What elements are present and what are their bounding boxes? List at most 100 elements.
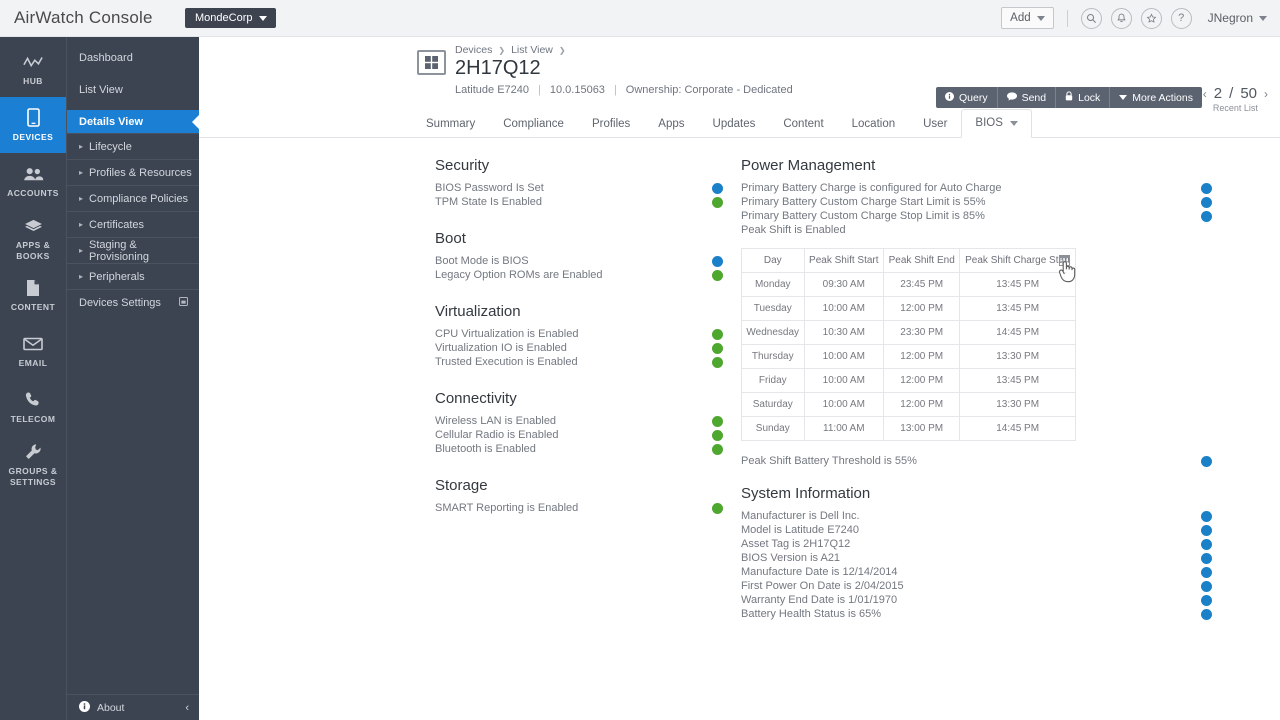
prev-record-button[interactable]: ‹ bbox=[1203, 87, 1207, 101]
table-head: Day Peak Shift Start Peak Shift End Peak… bbox=[741, 248, 1076, 273]
check-icon[interactable] bbox=[709, 356, 723, 368]
info-icon bbox=[79, 700, 90, 715]
section-security: Security BIOS Password Is Set TPM State … bbox=[435, 157, 723, 209]
sidebar-item-compliance-policies[interactable]: ▸ Compliance Policies bbox=[67, 185, 199, 211]
fact-row: SMART Reporting is Enabled bbox=[435, 501, 723, 515]
sidebar-item-details-view[interactable]: Details View bbox=[67, 110, 199, 133]
rail-label: EMAIL bbox=[18, 358, 48, 369]
next-record-button[interactable]: › bbox=[1264, 87, 1268, 101]
check-icon[interactable] bbox=[709, 443, 723, 455]
fact-row: Wireless LAN is Enabled bbox=[435, 414, 723, 428]
tab-bios[interactable]: BIOS bbox=[961, 109, 1032, 138]
tab-updates[interactable]: Updates bbox=[699, 118, 770, 138]
tab-location[interactable]: Location bbox=[838, 118, 909, 138]
fact-row: Manufacture Date is 12/14/2014 bbox=[741, 565, 1212, 579]
query-button[interactable]: Query bbox=[935, 87, 998, 108]
section-boot: Boot Boot Mode is BIOS Legacy Option ROM… bbox=[435, 230, 723, 282]
tab-summary[interactable]: Summary bbox=[412, 118, 489, 138]
info-icon[interactable] bbox=[1198, 510, 1212, 522]
check-icon[interactable] bbox=[709, 429, 723, 441]
device-subtitle: Latitude E7240 | 10.0.15063 | Ownership:… bbox=[455, 84, 793, 96]
info-icon[interactable] bbox=[1198, 182, 1212, 194]
rail-item-accounts[interactable]: ACCOUNTS bbox=[0, 153, 66, 209]
fact-text: SMART Reporting is Enabled bbox=[435, 502, 579, 514]
chevron-left-icon[interactable]: ‹ bbox=[185, 702, 189, 714]
more-actions-button[interactable]: More Actions bbox=[1110, 87, 1202, 108]
fact-row: Bluetooth is Enabled bbox=[435, 442, 723, 456]
bell-icon[interactable] bbox=[1110, 7, 1132, 29]
add-button[interactable]: Add bbox=[1001, 7, 1054, 29]
sidebar-item-peripherals[interactable]: ▸ Peripherals bbox=[67, 263, 199, 289]
section-title: System Information bbox=[741, 485, 871, 502]
check-icon[interactable] bbox=[709, 328, 723, 340]
fact-row: Primary Battery Charge is configured for… bbox=[741, 181, 1212, 195]
lock-label: Lock bbox=[1078, 91, 1101, 104]
body: HUB DEVICES ACCOUNTS APPS & BOOKS CONTEN… bbox=[0, 37, 1280, 720]
check-icon[interactable] bbox=[709, 196, 723, 208]
chevron-right-icon: ▸ bbox=[79, 194, 84, 203]
lock-button[interactable]: Lock bbox=[1056, 87, 1111, 108]
org-group-selector[interactable]: MondeCorp bbox=[185, 8, 277, 28]
sidebar-item-staging-provisioning[interactable]: ▸ Staging & Provisioning bbox=[67, 237, 199, 263]
info-icon[interactable] bbox=[709, 255, 723, 267]
rail-item-content[interactable]: CONTENT bbox=[0, 267, 66, 323]
sidebar-item-lifecycle[interactable]: ▸ Lifecycle bbox=[67, 133, 199, 159]
sidebar-item-profiles-resources[interactable]: ▸ Profiles & Resources bbox=[67, 159, 199, 185]
rail-item-hub[interactable]: HUB bbox=[0, 41, 66, 97]
tab-apps[interactable]: Apps bbox=[644, 118, 698, 138]
info-icon[interactable] bbox=[709, 182, 723, 194]
peak-shift-table: Day Peak Shift Start Peak Shift End Peak… bbox=[741, 248, 1076, 441]
rail-item-email[interactable]: EMAIL bbox=[0, 323, 66, 379]
info-icon[interactable] bbox=[1198, 566, 1212, 578]
info-icon[interactable] bbox=[1198, 196, 1212, 208]
rail-item-devices[interactable]: DEVICES bbox=[0, 97, 66, 153]
sidebar-item-devices-settings[interactable]: Devices Settings bbox=[67, 289, 199, 315]
calendar-icon[interactable] bbox=[1059, 253, 1070, 271]
section-title: Virtualization bbox=[435, 303, 521, 320]
cell-end: 23:30 PM bbox=[883, 320, 961, 345]
fact-list: Wireless LAN is Enabled Cellular Radio i… bbox=[435, 414, 723, 456]
fact-list: Primary Battery Charge is configured for… bbox=[741, 181, 1212, 237]
search-icon[interactable] bbox=[1080, 7, 1102, 29]
chevron-right-icon: ❯ bbox=[558, 45, 566, 55]
info-icon[interactable] bbox=[1198, 455, 1212, 467]
secondary-nav: Dashboard List View Details View ▸ Lifec… bbox=[66, 37, 199, 720]
rail-item-groups-settings[interactable]: GROUPS & SETTINGS bbox=[0, 435, 66, 493]
device-ownership: Ownership: Corporate - Dedicated bbox=[625, 84, 793, 96]
star-icon[interactable] bbox=[1140, 7, 1162, 29]
check-icon[interactable] bbox=[709, 269, 723, 281]
envelope-icon bbox=[23, 334, 43, 353]
info-icon[interactable] bbox=[1198, 538, 1212, 550]
info-icon[interactable] bbox=[1198, 210, 1212, 222]
breadcrumb-item-list-view[interactable]: List View bbox=[511, 44, 553, 56]
about-button[interactable]: About ‹ bbox=[67, 694, 199, 720]
info-icon[interactable] bbox=[1198, 580, 1212, 592]
check-icon[interactable] bbox=[709, 502, 723, 514]
sidebar-item-certificates[interactable]: ▸ Certificates bbox=[67, 211, 199, 237]
table-header-row: Day Peak Shift Start Peak Shift End Peak… bbox=[741, 248, 1076, 273]
info-icon[interactable] bbox=[1198, 552, 1212, 564]
help-icon[interactable]: ? bbox=[1170, 7, 1192, 29]
check-icon[interactable] bbox=[709, 342, 723, 354]
pager-row: ‹ 2 / 50 › bbox=[1203, 85, 1268, 102]
breadcrumb-item-devices[interactable]: Devices bbox=[455, 44, 492, 56]
sidebar-item-dashboard[interactable]: Dashboard bbox=[67, 46, 199, 69]
info-icon[interactable] bbox=[1198, 594, 1212, 606]
fact-text: Asset Tag is 2H17Q12 bbox=[741, 538, 851, 550]
info-icon[interactable] bbox=[1198, 524, 1212, 536]
send-button[interactable]: Send bbox=[997, 87, 1057, 108]
tab-user[interactable]: User bbox=[909, 118, 961, 138]
tab-content[interactable]: Content bbox=[769, 118, 837, 138]
tab-compliance[interactable]: Compliance bbox=[489, 118, 578, 138]
rail-item-apps-books[interactable]: APPS & BOOKS bbox=[0, 209, 66, 267]
fact-text: Primary Battery Charge is configured for… bbox=[741, 182, 1002, 194]
info-icon[interactable] bbox=[1198, 608, 1212, 620]
send-label: Send bbox=[1021, 91, 1047, 104]
rail-item-telecom[interactable]: TELECOM bbox=[0, 379, 66, 435]
section-title: Boot bbox=[435, 230, 466, 247]
check-icon[interactable] bbox=[709, 415, 723, 427]
tab-profiles[interactable]: Profiles bbox=[578, 118, 644, 138]
user-menu[interactable]: JNegron bbox=[1208, 11, 1267, 25]
sidebar-item-list-view[interactable]: List View bbox=[67, 78, 199, 101]
bios-right-column: Power Management Primary Battery Charge … bbox=[723, 157, 1280, 621]
